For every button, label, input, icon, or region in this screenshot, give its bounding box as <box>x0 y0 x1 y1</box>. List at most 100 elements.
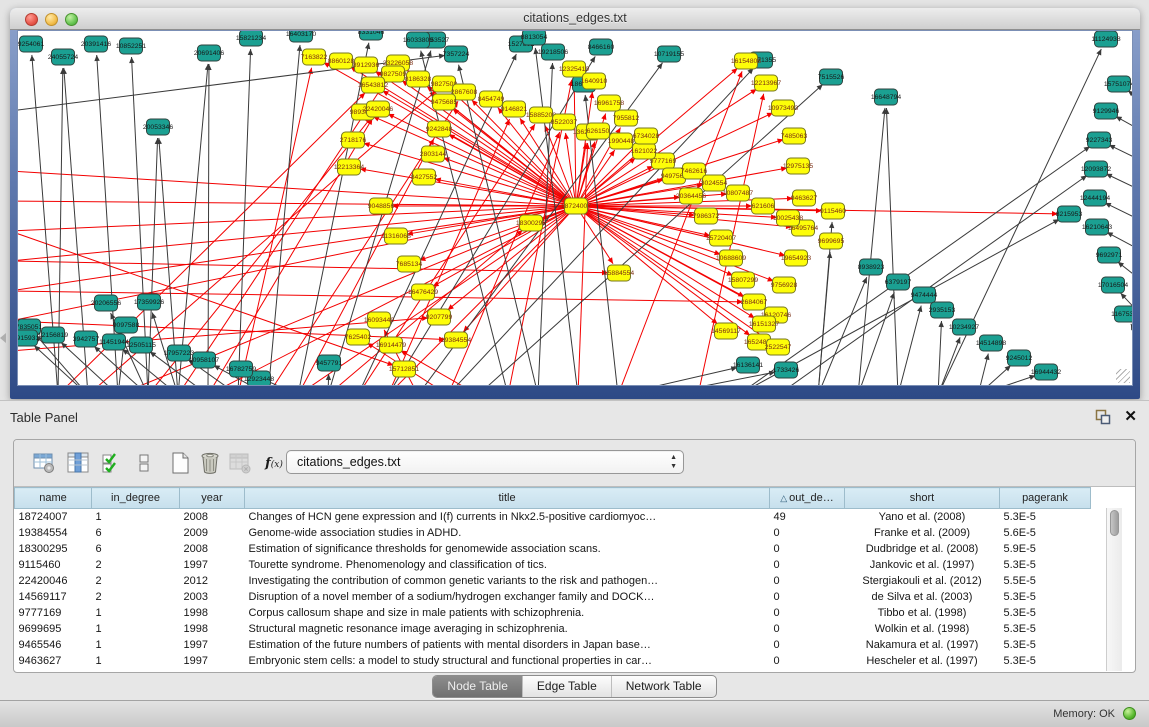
graph-node[interactable]: 15807299 <box>728 272 758 288</box>
column-header-short[interactable]: short <box>845 488 1000 509</box>
graph-node[interactable]: 9129946 <box>1093 103 1120 119</box>
graph-node[interactable]: 7955812 <box>613 110 640 126</box>
graph-node[interactable]: 8215953 <box>1056 206 1083 222</box>
table-selector-dropdown[interactable]: citations_edges.txt ▲▼ <box>286 450 684 474</box>
graph-node[interactable]: 8427552 <box>411 169 438 185</box>
graph-node[interactable]: 16648794 <box>871 89 901 105</box>
graph-node[interactable]: 1640910 <box>581 73 608 89</box>
graph-node[interactable]: 20053346 <box>143 119 173 135</box>
graph-node[interactable]: 10025438 <box>773 210 803 226</box>
column-header-in_degree[interactable]: in_degree <box>92 488 180 509</box>
graph-node[interactable]: 16914479 <box>376 337 406 353</box>
graph-node[interactable]: 16403170 <box>286 31 316 42</box>
graph-node[interactable]: 8331046 <box>358 31 385 40</box>
graph-node[interactable]: 16944432 <box>1031 364 1061 380</box>
graph-node[interactable]: 16961758 <box>594 95 624 111</box>
graph-node[interactable]: 14514898 <box>976 335 1006 351</box>
graph-node[interactable]: 16151327 <box>749 316 779 332</box>
graph-node[interactable]: 1990448 <box>608 133 635 149</box>
window-resize-grip[interactable] <box>1116 369 1130 383</box>
graph-node[interactable]: 17016504 <box>1098 277 1128 293</box>
graph-node[interactable]: 10719155 <box>654 46 684 62</box>
graph-node[interactable]: 15821234 <box>236 31 266 46</box>
graph-node[interactable]: 1733426 <box>773 362 800 378</box>
graph-node[interactable]: 12975135 <box>783 158 813 174</box>
graph-node[interactable]: 3942757 <box>73 331 100 347</box>
graph-node[interactable]: 16782759 <box>226 361 256 377</box>
graph-node[interactable]: 19654923 <box>781 250 811 266</box>
graph-node[interactable]: 2803144 <box>420 146 447 162</box>
graph-node[interactable]: 8454749 <box>478 91 505 107</box>
graph-node[interactable]: 24055724 <box>48 49 78 65</box>
column-header-out_de[interactable]: △out_de… <box>770 488 845 509</box>
graph-node[interactable]: 16476429 <box>408 284 438 300</box>
graph-node[interactable]: 3024554 <box>701 175 728 191</box>
column-header-pagerank[interactable]: pagerank <box>1000 488 1091 509</box>
graph-node[interactable]: 2684067 <box>741 294 768 310</box>
tab-network-table[interactable]: Network Table <box>611 676 716 697</box>
graph-node[interactable]: 7986372 <box>693 208 720 224</box>
table-row[interactable]: 946554611997Estimation of the future num… <box>15 637 1091 653</box>
table-scrollbar-thumb[interactable] <box>1110 510 1119 536</box>
column-header-year[interactable]: year <box>180 488 245 509</box>
table-row[interactable]: 1872400712008Changes of HCN gene express… <box>15 509 1091 525</box>
graph-node[interactable]: 15751074 <box>1104 76 1133 92</box>
graph-node[interactable]: 20391416 <box>81 36 111 52</box>
graph-node[interactable]: 10688609 <box>716 250 746 266</box>
graph-node[interactable]: 9245012 <box>1006 350 1033 366</box>
graph-node[interactable]: 19384554 <box>441 332 471 348</box>
graph-node[interactable]: 9474444 <box>911 287 938 303</box>
graph-node[interactable]: 15884554 <box>604 265 634 281</box>
table-row[interactable]: 977716911998Corpus callosum shape and si… <box>15 605 1091 621</box>
table-settings-button[interactable] <box>30 449 58 477</box>
graph-node[interactable]: 7515526 <box>818 69 845 85</box>
graph-node[interactable]: 12213967 <box>751 75 781 91</box>
graph-node[interactable]: 9692971 <box>1096 247 1123 263</box>
tab-node-table[interactable]: Node Table <box>433 676 522 697</box>
graph-node[interactable]: 12505115 <box>126 337 156 353</box>
graph-node[interactable]: 9146821 <box>501 101 528 117</box>
graph-node[interactable]: 11124938 <box>1091 31 1120 47</box>
graph-node[interactable]: 9207799 <box>426 309 453 325</box>
graph-node[interactable]: 8522037 <box>551 114 578 130</box>
graph-node[interactable]: 17359926 <box>134 294 164 310</box>
graph-node[interactable]: 10807487 <box>723 185 753 201</box>
table-row[interactable]: 2242004622012Investigating the contribut… <box>15 573 1091 589</box>
graph-node[interactable]: 10852251 <box>116 38 146 54</box>
graph-node[interactable]: 7163822 <box>301 49 328 65</box>
graph-node[interactable]: 10958107 <box>189 352 219 368</box>
graph-node[interactable]: 20364456 <box>676 188 706 204</box>
tab-edge-table[interactable]: Edge Table <box>522 676 611 697</box>
clear-selection-button[interactable] <box>130 449 158 477</box>
graph-node[interactable]: 20206556 <box>91 295 121 311</box>
window-titlebar[interactable]: citations_edges.txt <box>10 8 1140 30</box>
graph-node[interactable]: 15712851 <box>389 361 419 377</box>
new-file-button[interactable] <box>166 449 194 477</box>
graph-node[interactable]: 9463627 <box>791 190 818 206</box>
graph-node[interactable]: 626150 <box>587 123 610 139</box>
graph-node[interactable]: 7357224 <box>443 46 470 62</box>
graph-node[interactable]: 9227343 <box>1086 132 1113 148</box>
graph-node[interactable]: 621606 <box>752 198 775 214</box>
graph-node[interactable]: 11316068 <box>381 228 411 244</box>
table-row[interactable]: 911546021997Tourette syndrome. Phenomeno… <box>15 557 1091 573</box>
graph-node[interactable]: 6379197 <box>885 274 912 290</box>
graph-node[interactable]: 8466160 <box>588 39 615 55</box>
graph-node[interactable]: 16154808 <box>731 53 761 69</box>
graph-node[interactable]: 10234927 <box>949 319 979 335</box>
graph-node[interactable]: 9457791 <box>316 355 343 371</box>
table-row[interactable]: 1456911722003Disruption of a novel membe… <box>15 589 1091 605</box>
table-scrollbar-track[interactable] <box>1106 508 1122 671</box>
graph-node[interactable]: 12156819 <box>38 327 68 343</box>
graph-node[interactable]: 8912936 <box>353 57 380 73</box>
delete-table-button-disabled[interactable] <box>226 449 254 477</box>
column-header-title[interactable]: title <box>245 488 770 509</box>
graph-node[interactable]: 2522547 <box>765 339 792 355</box>
graph-node[interactable]: 18724007 <box>561 198 591 214</box>
table-row[interactable]: 946362711997Embryonic stem cells: a mode… <box>15 653 1091 669</box>
graph-node[interactable]: 9699695 <box>818 233 845 249</box>
select-all-rows-button[interactable] <box>98 449 126 477</box>
delete-trash-button[interactable] <box>196 449 224 477</box>
graph-node[interactable]: 12444194 <box>1080 190 1110 206</box>
graph-node[interactable]: 22420046 <box>363 101 393 117</box>
